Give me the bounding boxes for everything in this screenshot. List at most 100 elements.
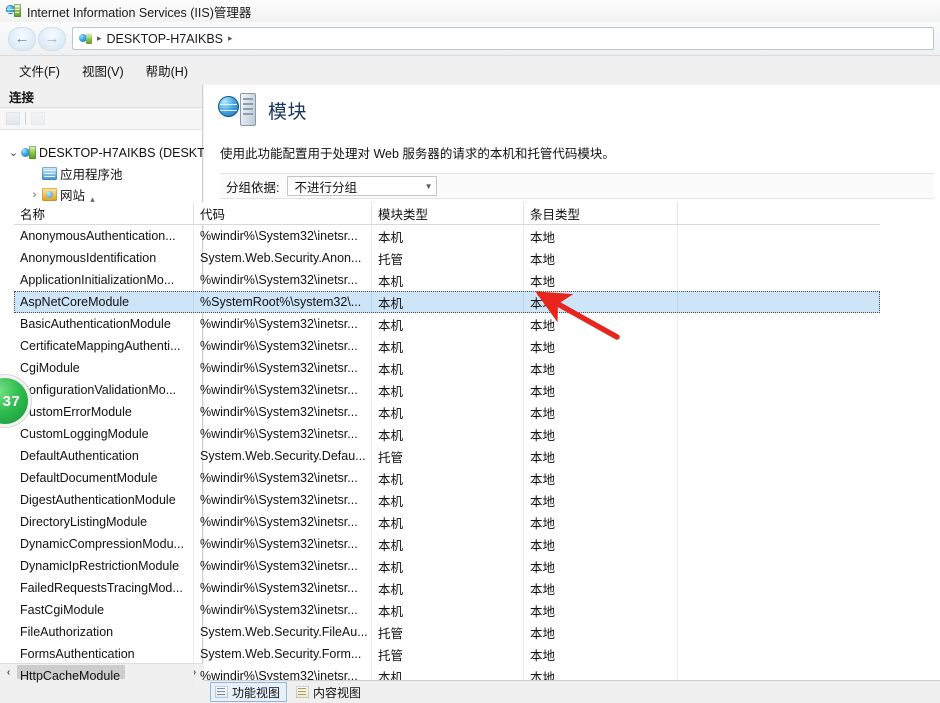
chevron-right-icon[interactable]: › [27,189,42,201]
features-view-icon [215,686,228,698]
tab-features-view[interactable]: 功能视图 [210,682,288,702]
menu-view[interactable]: 视图(V) [73,58,133,83]
connections-tree: ⌄ DESKTOP-H7AIKBS (DESKT 应用程序池 › 网站 [0,130,205,205]
cell-filler [678,489,878,511]
group-by-select[interactable]: 不进行分组 ▼ [287,176,438,196]
table-row[interactable]: ConfigurationValidationMo... %windir%\Sys… [14,379,880,401]
cell-entry-type: 本地 [524,445,678,467]
cell-name: CgiModule [14,357,194,379]
cell-entry-type: 本地 [524,643,678,665]
cell-module-type: 托管 [372,247,524,269]
table-row[interactable]: AnonymousAuthentication... %windir%\Syste… [14,225,880,247]
cell-module-type: 托管 [372,643,524,665]
cell-filler [678,533,878,555]
modules-list: ▴ 名称 代码 模块类型 条目类型 AnonymousAuthenticatio… [14,195,880,687]
cell-entry-type: 本地 [524,225,678,247]
cell-name: FailedRequestsTracingMod... [14,577,194,599]
cell-filler [678,357,878,379]
cell-module-type: 本机 [372,555,524,577]
tree-node-server[interactable]: ⌄ DESKTOP-H7AIKBS (DESKT [6,142,205,163]
breadcrumb-bar[interactable]: ▸ DESKTOP-H7AIKBS ▸ [72,27,934,50]
cell-filler [678,335,878,357]
page-title: 模块 [268,101,308,123]
table-row[interactable]: ApplicationInitializationMo... %windir%\S… [14,269,880,291]
cell-code: %windir%\System32\inetsr... [194,379,372,401]
cell-entry-type: 本地 [524,533,678,555]
forward-button[interactable]: → [38,26,66,51]
cell-name: FileAuthorization [14,621,194,643]
disconnect-icon[interactable] [31,112,45,125]
cell-name: BasicAuthenticationModule [14,313,194,335]
table-row[interactable]: FormsAuthentication System.Web.Security.F… [14,643,880,665]
chevron-down-icon[interactable]: ⌄ [6,146,21,159]
cell-entry-type: 本地 [524,467,678,489]
table-row[interactable]: FileAuthorization System.Web.Security.Fil… [14,621,880,643]
menu-file[interactable]: 文件(F) [10,58,69,83]
cell-code: %windir%\System32\inetsr... [194,313,372,335]
chevron-down-icon: ▼ [424,181,433,191]
table-row[interactable]: AnonymousIdentification System.Web.Securi… [14,247,880,269]
table-row[interactable]: CustomLoggingModule %windir%\System32\ine… [14,423,880,445]
table-row[interactable]: DynamicIpRestrictionModule %windir%\Syste… [14,555,880,577]
cell-name: DefaultDocumentModule [14,467,194,489]
table-row[interactable]: BasicAuthenticationModule %windir%\System… [14,313,880,335]
cell-filler [678,313,878,335]
cell-name: HttpCacheModule [14,665,194,687]
column-header-name[interactable]: 名称 [14,202,194,224]
features-header: 模块 使用此功能配置用于处理对 Web 服务器的请求的本机和托管代码模块。 分组… [204,85,940,199]
table-row[interactable]: AspNetCoreModule %SystemRoot%\system32\..… [14,291,880,313]
cell-code: %windir%\System32\inetsr... [194,489,372,511]
cell-code: %windir%\System32\inetsr... [194,423,372,445]
table-row[interactable]: CertificateMappingAuthenti... %windir%\Sy… [14,335,880,357]
cell-name: DigestAuthenticationModule [14,489,194,511]
table-row[interactable]: FastCgiModule %windir%\System32\inetsr...… [14,599,880,621]
title-bar: Internet Information Services (IIS)管理器 [0,0,940,22]
table-row[interactable]: FailedRequestsTracingMod... %windir%\Syst… [14,577,880,599]
table-row[interactable]: CustomErrorModule %windir%\System32\inets… [14,401,880,423]
server-icon [21,145,36,160]
iis-manager-window: Internet Information Services (IIS)管理器 ←… [0,0,940,703]
cell-name: CustomLoggingModule [14,423,194,445]
cell-entry-type: 本地 [524,599,678,621]
tree-node-app-pools[interactable]: 应用程序池 [6,163,202,184]
menu-help[interactable]: 帮助(H) [137,58,197,83]
connect-icon[interactable] [6,112,20,125]
cell-filler [678,467,878,489]
table-row[interactable]: DigestAuthenticationModule %windir%\Syste… [14,489,880,511]
cell-module-type: 托管 [372,621,524,643]
table-row[interactable]: CgiModule %windir%\System32\inetsr... 本机 本地 [14,357,880,379]
column-header-code[interactable]: 代码 [194,202,372,224]
cell-module-type: 本机 [372,467,524,489]
cell-code: %windir%\System32\inetsr... [194,533,372,555]
column-header-entry-type[interactable]: 条目类型 [524,202,678,224]
back-arrow-icon: ← [14,30,30,47]
page-description: 使用此功能配置用于处理对 Web 服务器的请求的本机和托管代码模块。 [220,147,615,161]
cell-entry-type: 本地 [524,335,678,357]
cell-code: %windir%\System32\inetsr... [194,599,372,621]
cell-name: AspNetCoreModule [14,291,194,313]
cell-entry-type: 本地 [524,379,678,401]
cell-name: CertificateMappingAuthenti... [14,335,194,357]
forward-arrow-icon: → [44,30,60,47]
back-button[interactable]: ← [8,26,36,51]
tree-label-app-pools: 应用程序池 [60,168,123,182]
cell-code: %windir%\System32\inetsr... [194,401,372,423]
cell-code: %windir%\System32\inetsr... [194,555,372,577]
cell-code: %windir%\System32\inetsr... [194,335,372,357]
cell-name: DynamicIpRestrictionModule [14,555,194,577]
breadcrumb-server[interactable]: DESKTOP-H7AIKBS [107,32,223,46]
server-icon [79,32,92,45]
table-row[interactable]: DynamicCompressionModu... %windir%\System… [14,533,880,555]
tab-content-view[interactable]: 内容视图 [291,682,368,702]
cell-code: %windir%\System32\inetsr... [194,577,372,599]
table-row[interactable]: DefaultDocumentModule %windir%\System32\i… [14,467,880,489]
table-row[interactable]: DefaultAuthentication System.Web.Security… [14,445,880,467]
cell-entry-type: 本地 [524,621,678,643]
cell-name: DynamicCompressionModu... [14,533,194,555]
table-row[interactable]: DirectoryListingModule %windir%\System32\… [14,511,880,533]
cell-filler [678,291,878,313]
column-header-module-type[interactable]: 模块类型 [372,202,524,224]
cell-filler [678,445,878,467]
cell-filler [678,269,878,291]
app-pool-icon [42,167,57,180]
